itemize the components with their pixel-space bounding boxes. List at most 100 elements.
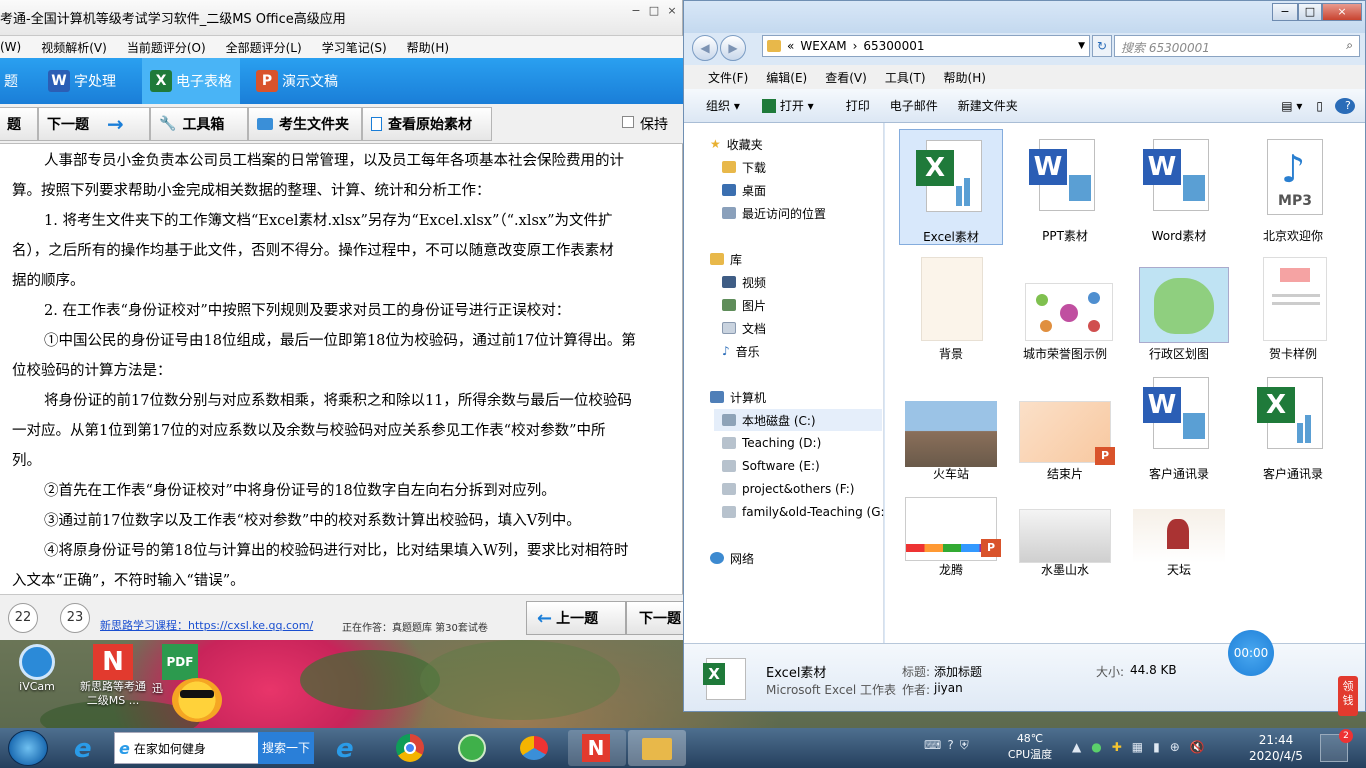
keep-checkbox[interactable] bbox=[622, 116, 634, 128]
forward-button[interactable]: ▶ bbox=[720, 35, 746, 61]
ime-icon[interactable]: ⊕ bbox=[1170, 740, 1180, 754]
file-contacts-word[interactable]: W 客户通讯录 bbox=[1127, 367, 1231, 483]
tab-excel[interactable]: X 电子表格 bbox=[142, 58, 240, 104]
file-ending-slide[interactable]: P 结束片 bbox=[1013, 367, 1117, 483]
organize-button[interactable]: 组织 ▾ bbox=[684, 97, 750, 114]
maximize-icon[interactable]: □ bbox=[644, 4, 664, 18]
taskbar-ie[interactable]: e bbox=[60, 730, 118, 766]
tab-prev-cut[interactable]: 题 bbox=[0, 58, 26, 104]
desktop-icon-xinsilu[interactable]: N 新思路等考通二级MS ... bbox=[76, 644, 150, 714]
chevron-up-icon[interactable]: ▲ bbox=[1072, 740, 1081, 754]
close-icon[interactable]: × bbox=[1322, 3, 1362, 21]
question-number-22[interactable]: 22 bbox=[8, 603, 38, 633]
nav-download[interactable]: 下载 bbox=[722, 156, 766, 178]
nav-drive-f[interactable]: project&others (F:) bbox=[722, 478, 854, 500]
taskbar-search-button[interactable]: 搜索一下 bbox=[258, 732, 314, 764]
file-district-map[interactable]: 行政区划图 bbox=[1127, 247, 1231, 363]
prev-question-footer-button[interactable]: ← 上一题 bbox=[526, 601, 626, 635]
chevron-down-icon[interactable]: ▼ bbox=[1078, 41, 1085, 51]
next-question-button[interactable]: 下一题 → bbox=[38, 107, 150, 141]
nav-computer[interactable]: 计算机 bbox=[710, 386, 766, 408]
nav-drive-g[interactable]: family&old-Teaching (G:) bbox=[722, 501, 889, 523]
taskbar-search-box[interactable]: e 在家如何健身 bbox=[114, 732, 260, 764]
search-input[interactable]: 搜索 65300001 ⌕ bbox=[1114, 35, 1360, 57]
file-ppt-material[interactable]: W PPT素材 bbox=[1013, 129, 1117, 245]
help-icon[interactable]: ? bbox=[1331, 97, 1365, 114]
print-button[interactable]: 打印 bbox=[824, 97, 880, 114]
nav-music[interactable]: ♪ 音乐 bbox=[722, 340, 760, 362]
file-word-material[interactable]: W Word素材 bbox=[1127, 129, 1231, 245]
minimize-icon[interactable]: − bbox=[1272, 3, 1298, 21]
nav-favorites[interactable]: ★ 收藏夹 bbox=[710, 133, 763, 155]
menu-score-all[interactable]: 全部题评分(L) bbox=[216, 39, 312, 56]
side-promo-tag[interactable]: 领钱 bbox=[1338, 676, 1358, 716]
new-folder-button[interactable]: 新建文件夹 bbox=[948, 97, 1028, 114]
nav-video[interactable]: 视频 bbox=[722, 271, 766, 293]
maximize-icon[interactable]: □ bbox=[1298, 3, 1322, 21]
toolbox-button[interactable]: 🔧 工具箱 bbox=[150, 107, 248, 141]
volume-mute-icon[interactable]: 🔇 bbox=[1190, 740, 1205, 754]
network-off-icon[interactable]: ▦ bbox=[1132, 740, 1143, 754]
cpu-temp[interactable]: 48℃ CPU温度 bbox=[1004, 731, 1056, 763]
taskbar-explorer[interactable] bbox=[628, 730, 686, 766]
menu-help[interactable]: 帮助(H) bbox=[935, 69, 995, 86]
notification-center[interactable]: 2 bbox=[1320, 729, 1353, 762]
email-button[interactable]: 电子邮件 bbox=[880, 97, 948, 114]
menu-file[interactable]: 文件(F) bbox=[684, 69, 757, 86]
start-button[interactable] bbox=[8, 730, 48, 766]
tab-ppt[interactable]: P 演示文稿 bbox=[248, 58, 346, 104]
tab-word[interactable]: W 字处理 bbox=[40, 58, 124, 104]
prev-question-button[interactable]: 题 bbox=[0, 107, 38, 141]
shield-icon[interactable]: ⛨ bbox=[960, 738, 969, 758]
question-number-23[interactable]: 23 bbox=[60, 603, 90, 633]
help-icon[interactable]: ? bbox=[947, 738, 953, 758]
file-ink-landscape[interactable]: 水墨山水 bbox=[1013, 485, 1117, 601]
details-author-value[interactable]: jiyan bbox=[934, 681, 963, 695]
keyboard-icon[interactable]: ⌨ bbox=[924, 738, 941, 758]
menu-tools[interactable]: 工具(T) bbox=[876, 69, 935, 86]
nav-drive-d[interactable]: Teaching (D:) bbox=[722, 432, 821, 454]
course-link[interactable]: 新思路学习课程：https://cxsl.ke.qq.com/ bbox=[100, 617, 313, 633]
nav-drive-c[interactable]: 本地磁盘 (C:) bbox=[714, 409, 882, 431]
file-train-station[interactable]: 火车站 bbox=[899, 367, 1003, 483]
next-question-footer-button[interactable]: 下一题 bbox=[626, 601, 684, 635]
breadcrumb-wexam[interactable]: WEXAM bbox=[800, 39, 846, 53]
menu-notes[interactable]: 学习笔记(S) bbox=[312, 39, 397, 56]
nav-pictures[interactable]: 图片 bbox=[722, 294, 766, 316]
menu-score-current[interactable]: 当前题评分(O) bbox=[117, 39, 216, 56]
refresh-icon[interactable]: ↻ bbox=[1092, 35, 1112, 57]
menu-edit[interactable]: 编辑(E) bbox=[757, 69, 816, 86]
file-background[interactable]: 背景 bbox=[899, 247, 1003, 363]
battery-icon[interactable]: ▮ bbox=[1153, 740, 1160, 754]
breadcrumb-folder[interactable]: 65300001 bbox=[863, 39, 924, 53]
yellow-plus-icon[interactable]: ✚ bbox=[1112, 740, 1122, 754]
close-icon[interactable]: × bbox=[662, 4, 682, 18]
file-beijing-mp3[interactable]: ♪ MP3 北京欢迎你 bbox=[1241, 129, 1345, 245]
clock[interactable]: 21:44 2020/4/5 bbox=[1244, 732, 1308, 764]
back-button[interactable]: ◀ bbox=[692, 35, 718, 61]
menu-w[interactable]: (W) bbox=[0, 40, 31, 54]
exam-folder-button[interactable]: 考生文件夹 bbox=[248, 107, 362, 141]
file-contacts-excel[interactable]: X 客户通讯录 bbox=[1241, 367, 1345, 483]
taskbar-baidu[interactable] bbox=[506, 730, 564, 766]
file-excel-material[interactable]: X Excel素材 bbox=[899, 129, 1003, 245]
minimize-icon[interactable]: − bbox=[626, 4, 646, 18]
view-options-icon[interactable]: ▤ ▾ bbox=[1275, 99, 1308, 113]
view-source-button[interactable]: 查看原始素材 bbox=[362, 107, 492, 141]
taskbar-360[interactable] bbox=[444, 730, 502, 766]
nav-network[interactable]: 网络 bbox=[710, 547, 754, 569]
open-button[interactable]: 打开 ▾ bbox=[776, 97, 824, 114]
nav-documents[interactable]: 文档 bbox=[722, 317, 766, 339]
menu-video[interactable]: 视频解析(V) bbox=[31, 39, 117, 56]
timer-bubble[interactable]: 00:00 bbox=[1228, 630, 1274, 676]
file-city-honor[interactable]: 城市荣誉图示例 bbox=[1013, 247, 1117, 363]
taskbar-chrome[interactable] bbox=[382, 730, 440, 766]
file-card-sample[interactable]: 贺卡样例 bbox=[1241, 247, 1345, 363]
nav-recent[interactable]: 最近访问的位置 bbox=[722, 202, 826, 224]
file-longteng[interactable]: P 龙腾 bbox=[899, 485, 1003, 601]
taskbar-xinsilu[interactable]: N bbox=[568, 730, 626, 766]
preview-pane-icon[interactable]: ▯ bbox=[1308, 99, 1331, 113]
green-circle-icon[interactable]: ● bbox=[1091, 740, 1101, 754]
details-title-value[interactable]: 添加标题 bbox=[934, 663, 982, 680]
menu-help[interactable]: 帮助(H) bbox=[397, 39, 459, 56]
